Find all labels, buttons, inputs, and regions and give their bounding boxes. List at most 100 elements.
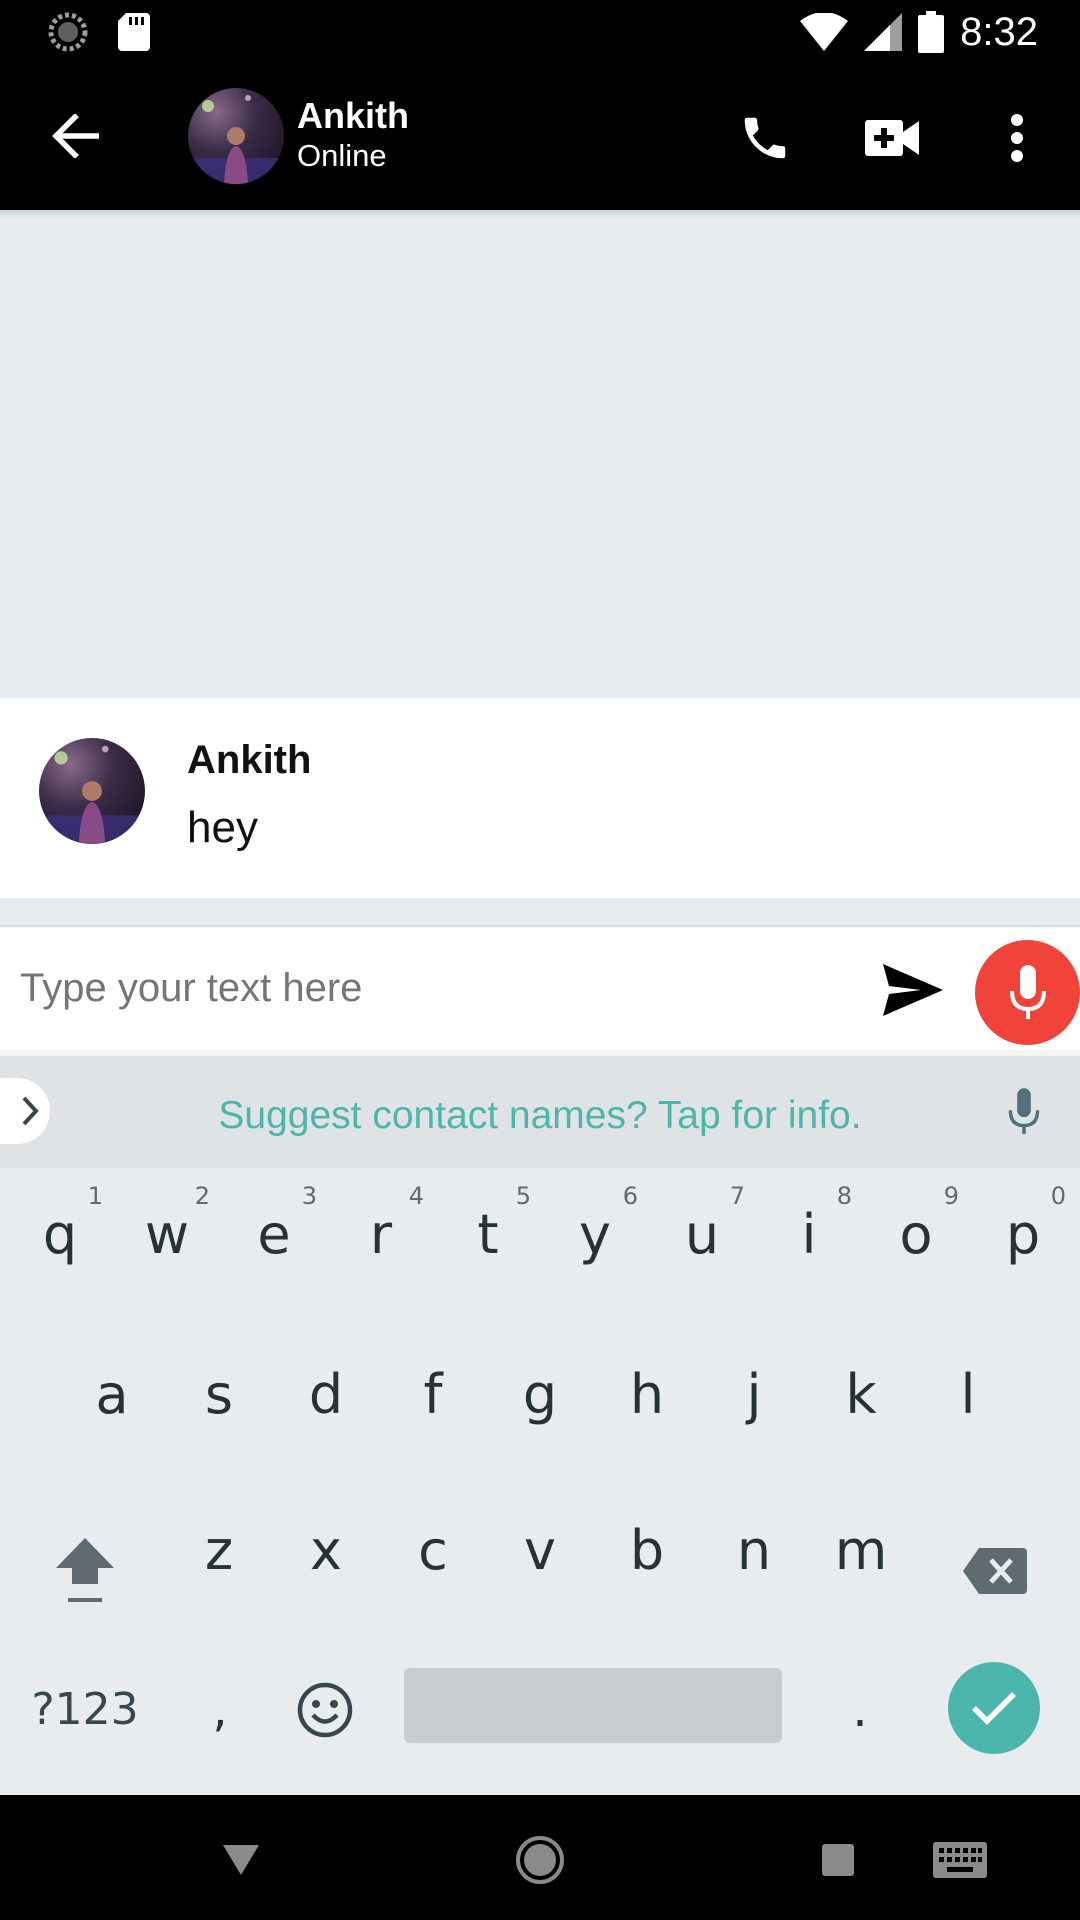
key-label: q bbox=[42, 1203, 78, 1266]
key-k[interactable]: k bbox=[816, 1340, 906, 1450]
key-w[interactable]: w2 bbox=[122, 1180, 212, 1290]
avatar-photo bbox=[39, 738, 145, 844]
key-o[interactable]: o9 bbox=[871, 1180, 961, 1290]
comma-key[interactable]: , bbox=[180, 1660, 260, 1760]
key-label: x bbox=[310, 1519, 342, 1582]
mic-icon bbox=[1009, 964, 1046, 1019]
key-s[interactable]: s bbox=[174, 1340, 264, 1450]
shift-icon bbox=[56, 1538, 114, 1602]
key-c[interactable]: c bbox=[388, 1496, 478, 1606]
key-label: z bbox=[204, 1519, 234, 1582]
key-label: r bbox=[369, 1203, 393, 1266]
key-f[interactable]: f bbox=[388, 1340, 478, 1450]
video-call-button[interactable] bbox=[855, 101, 929, 175]
key-b[interactable]: b bbox=[602, 1496, 692, 1606]
key-u[interactable]: u7 bbox=[657, 1180, 747, 1290]
key-p[interactable]: p0 bbox=[978, 1180, 1068, 1290]
voice-record-button[interactable] bbox=[975, 940, 1080, 1045]
keyboard-voice-button[interactable] bbox=[996, 1084, 1052, 1140]
key-m[interactable]: m bbox=[816, 1496, 906, 1606]
key-d[interactable]: d bbox=[281, 1340, 371, 1450]
nav-back-button[interactable] bbox=[206, 1825, 276, 1895]
key-label: l bbox=[960, 1363, 976, 1426]
key-label: h bbox=[629, 1363, 665, 1426]
key-label: u bbox=[684, 1203, 720, 1266]
key-number-hint: 7 bbox=[729, 1182, 745, 1210]
message-input[interactable] bbox=[20, 957, 840, 1019]
key-z[interactable]: z bbox=[174, 1496, 264, 1606]
phone-icon bbox=[744, 117, 786, 159]
key-number-hint: 0 bbox=[1050, 1182, 1066, 1210]
period-key-label: . bbox=[852, 1682, 868, 1738]
key-label: m bbox=[834, 1519, 888, 1582]
recents-square-icon bbox=[822, 1844, 854, 1876]
key-label: g bbox=[522, 1363, 558, 1426]
space-key[interactable] bbox=[404, 1668, 782, 1743]
emoji-key[interactable] bbox=[285, 1660, 365, 1760]
key-label: y bbox=[579, 1203, 611, 1266]
key-label: p bbox=[1005, 1203, 1041, 1266]
suggestion-strip: Suggest contact names? Tap for info. bbox=[0, 1050, 1080, 1168]
backspace-icon bbox=[963, 1548, 1027, 1594]
voice-call-button[interactable] bbox=[728, 101, 802, 175]
key-g[interactable]: g bbox=[495, 1340, 585, 1450]
sd-card-icon bbox=[118, 13, 150, 51]
key-label: w bbox=[144, 1203, 190, 1266]
key-i[interactable]: i8 bbox=[764, 1180, 854, 1290]
key-n[interactable]: n bbox=[709, 1496, 799, 1606]
more-options-button[interactable] bbox=[980, 101, 1054, 175]
back-button[interactable] bbox=[40, 101, 110, 171]
system-nav-bar bbox=[0, 1795, 1080, 1920]
send-icon bbox=[883, 964, 943, 1016]
key-label: d bbox=[308, 1363, 344, 1426]
shift-key[interactable] bbox=[40, 1516, 130, 1626]
key-x[interactable]: x bbox=[281, 1496, 371, 1606]
key-label: v bbox=[524, 1519, 556, 1582]
nav-back-down-icon bbox=[223, 1845, 259, 1875]
video-add-icon bbox=[865, 120, 919, 156]
nav-home-button[interactable] bbox=[505, 1825, 575, 1895]
key-label: c bbox=[418, 1519, 448, 1582]
contact-name[interactable]: Ankith bbox=[297, 95, 409, 137]
key-label: a bbox=[95, 1363, 129, 1426]
enter-done-key[interactable] bbox=[948, 1662, 1040, 1754]
message-text: hey bbox=[187, 803, 258, 852]
message-sender: Ankith bbox=[187, 738, 312, 782]
key-a[interactable]: a bbox=[67, 1340, 157, 1450]
sender-avatar[interactable] bbox=[39, 738, 145, 844]
key-number-hint: 2 bbox=[194, 1182, 210, 1210]
key-q[interactable]: q1 bbox=[15, 1180, 105, 1290]
avatar-photo bbox=[188, 88, 284, 184]
contact-status: Online bbox=[297, 138, 387, 173]
symbols-key[interactable]: ?123 bbox=[20, 1660, 150, 1760]
wifi-icon bbox=[800, 13, 849, 51]
chat-app-bar: Ankith Online bbox=[0, 63, 1080, 210]
keyboard-icon bbox=[933, 1842, 987, 1878]
check-icon bbox=[972, 1692, 1016, 1725]
contact-avatar[interactable] bbox=[188, 88, 284, 184]
key-e[interactable]: e3 bbox=[229, 1180, 319, 1290]
key-h[interactable]: h bbox=[602, 1340, 692, 1450]
key-j[interactable]: j bbox=[709, 1340, 799, 1450]
key-t[interactable]: t5 bbox=[443, 1180, 533, 1290]
key-label: j bbox=[746, 1363, 762, 1426]
battery-icon bbox=[918, 11, 945, 53]
key-r[interactable]: r4 bbox=[336, 1180, 426, 1290]
status-bar: 8:32 bbox=[0, 0, 1080, 63]
soft-keyboard: Suggest contact names? Tap for info. q1w… bbox=[0, 1050, 1080, 1795]
period-key[interactable]: . bbox=[820, 1660, 900, 1760]
key-v[interactable]: v bbox=[495, 1496, 585, 1606]
nav-recents-button[interactable] bbox=[803, 1825, 873, 1895]
message-composer bbox=[0, 925, 1080, 1050]
key-label: t bbox=[477, 1203, 499, 1266]
key-label: n bbox=[736, 1519, 772, 1582]
home-circle-icon bbox=[516, 1836, 564, 1884]
key-l[interactable]: l bbox=[923, 1340, 1013, 1450]
suggestion-text[interactable]: Suggest contact names? Tap for info. bbox=[0, 1094, 1080, 1138]
send-button[interactable] bbox=[878, 955, 948, 1025]
backspace-key[interactable] bbox=[955, 1526, 1035, 1616]
signal-icon bbox=[864, 13, 903, 51]
message-item[interactable]: Ankith hey bbox=[0, 698, 1080, 898]
keyboard-switch-button[interactable] bbox=[925, 1825, 995, 1895]
key-y[interactable]: y6 bbox=[550, 1180, 640, 1290]
